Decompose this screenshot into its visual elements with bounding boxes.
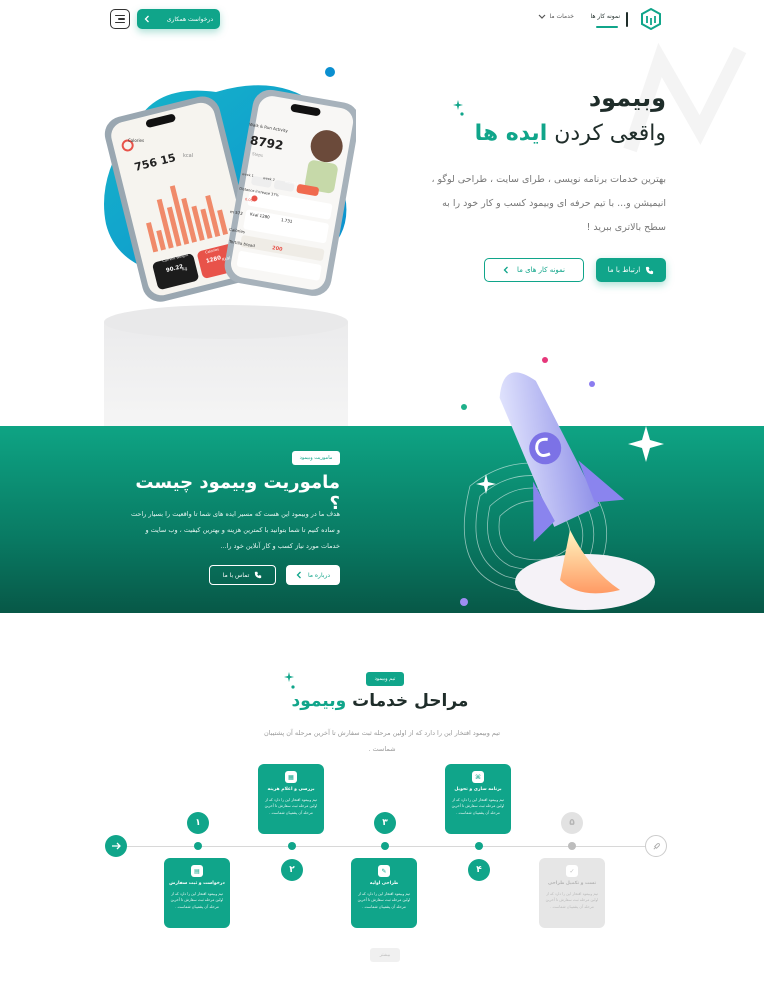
sparkle-icon xyxy=(453,100,464,116)
step-card-title: تست و تکمیل طراحی xyxy=(547,881,597,886)
timeline-next-button[interactable] xyxy=(105,835,127,857)
step-card-title: برنامه سازی و تحویل xyxy=(454,787,502,792)
menu-line-icon xyxy=(118,18,125,20)
chevron-left-icon xyxy=(296,571,301,579)
step-card-title: بررسی و اعلام هزینه xyxy=(267,787,315,792)
code-icon: ⌘ xyxy=(472,771,484,783)
rocket-icon xyxy=(652,842,660,850)
hero-subtitle-prefix: واقعی کردن xyxy=(554,121,666,146)
hero-subtitle: واقعی کردن ایده ها xyxy=(420,121,666,146)
timeline-dot-4 xyxy=(475,842,483,850)
contact-us-label: ارتباط با ما xyxy=(607,266,641,274)
step-number-3: ۳ xyxy=(374,812,396,834)
arrow-right-icon xyxy=(112,842,121,850)
timeline-dot-1 xyxy=(194,842,202,850)
step-number-5: ۵ xyxy=(561,812,583,834)
steps-title: مراحل خدمات وبیمود xyxy=(280,691,480,711)
see-more-button[interactable]: بیشتر xyxy=(370,948,400,962)
step-number-2: ۲ xyxy=(281,859,303,881)
step-card-text: تیم وبیمود افتخار این را دارد که از اولی… xyxy=(451,798,505,815)
timeline-end-marker xyxy=(645,835,667,857)
chevron-left-icon xyxy=(503,266,508,274)
webimod-logo[interactable] xyxy=(640,7,662,31)
step-card-text: تیم وبیمود افتخار این را دارد که از اولی… xyxy=(545,892,599,909)
header-separator xyxy=(626,12,628,27)
step-card-2[interactable]: ▦ بررسی و اعلام هزینه تیم وبیمود افتخار … xyxy=(258,764,324,834)
steps-description: تیم وبیمود افتخار این را دارد که از اولی… xyxy=(263,729,501,753)
mission-tag: ماموریت وبیمود xyxy=(292,451,340,465)
contact-us-button[interactable]: ارتباط با ما xyxy=(596,258,666,282)
step-number-1: ۱ xyxy=(187,812,209,834)
call-us-button[interactable]: تماس با ما xyxy=(209,565,276,585)
nav-services-dropdown[interactable]: خدمات ما xyxy=(530,13,574,20)
cooperation-request-button[interactable]: درخواست همکاری xyxy=(137,9,220,29)
menu-line-icon xyxy=(115,15,125,17)
sparkle-icon xyxy=(284,672,295,689)
rocket-illustration xyxy=(460,357,664,610)
phone-calories-label: Calories xyxy=(128,138,145,143)
design-icon: ✎ xyxy=(378,865,390,877)
timeline-dot-3 xyxy=(381,842,389,850)
logo-icon xyxy=(641,7,661,31)
nav-active-indicator xyxy=(596,26,618,28)
timeline-dot-2 xyxy=(288,842,296,850)
step-card-text: تیم وبیمود افتخار این را دارد که از اولی… xyxy=(357,892,411,909)
step-card-title: درخواست و ثبت سفارش xyxy=(169,881,225,886)
step-card-5[interactable]: ✓ تست و تکمیل طراحی تیم وبیمود افتخار ای… xyxy=(539,858,605,928)
hero-illustration xyxy=(104,67,356,302)
step-number-4: ۴ xyxy=(468,859,490,881)
chevron-left-icon xyxy=(144,15,149,23)
phone-calories-unit: kcal xyxy=(183,153,194,159)
step-card-text: تیم وبیمود افتخار این را دارد که از اولی… xyxy=(170,892,224,909)
hero-title: وبیمود xyxy=(588,84,666,112)
team-tag: تیم وبیمود xyxy=(366,672,404,686)
check-icon: ✓ xyxy=(566,865,578,877)
chevron-down-icon xyxy=(538,14,545,19)
phone-icon xyxy=(255,571,262,579)
mission-description: هدف ما در وبیمود این هست که مسیر ایده ها… xyxy=(131,510,340,550)
pedestal-top xyxy=(104,305,348,339)
nav-portfolio-link[interactable]: نمونه کار ها xyxy=(578,13,620,20)
hamburger-menu-button[interactable] xyxy=(110,9,130,29)
portfolio-button[interactable]: نمونه کار های ما xyxy=(484,258,584,282)
hero-description: بهترین خدمات برنامه نویسی ، طرای سایت ، … xyxy=(431,174,666,233)
steps-title-prefix: مراحل خدمات xyxy=(352,691,469,711)
step-card-1[interactable]: ▤ درخواست و ثبت سفارش تیم وبیمود افتخار … xyxy=(164,858,230,928)
steps-title-highlight: وبیمود xyxy=(291,691,347,711)
menu-line-icon xyxy=(115,21,125,23)
timeline-dot-5 xyxy=(568,842,576,850)
nav-services-label: خدمات ما xyxy=(549,13,575,20)
step-card-text: تیم وبیمود افتخار این را دارد که از اولی… xyxy=(264,798,318,815)
call-us-label: تماس با ما xyxy=(222,571,250,579)
hero-subtitle-highlight: ایده ها xyxy=(474,121,548,146)
phone-icon xyxy=(646,266,654,274)
cooperation-request-label: درخواست همکاری xyxy=(166,15,213,23)
about-us-label: درباره ما xyxy=(307,571,331,579)
step-card-title: طراحی اولیه xyxy=(369,881,399,886)
about-us-button[interactable]: درباره ما xyxy=(286,565,340,585)
step-card-3[interactable]: ✎ طراحی اولیه تیم وبیمود افتخار این را د… xyxy=(351,858,417,928)
portfolio-label: نمونه کار های ما xyxy=(516,266,566,274)
calculator-icon: ▦ xyxy=(285,771,297,783)
step-card-4[interactable]: ⌘ برنامه سازی و تحویل تیم وبیمود افتخار … xyxy=(445,764,511,834)
order-icon: ▤ xyxy=(191,865,203,877)
